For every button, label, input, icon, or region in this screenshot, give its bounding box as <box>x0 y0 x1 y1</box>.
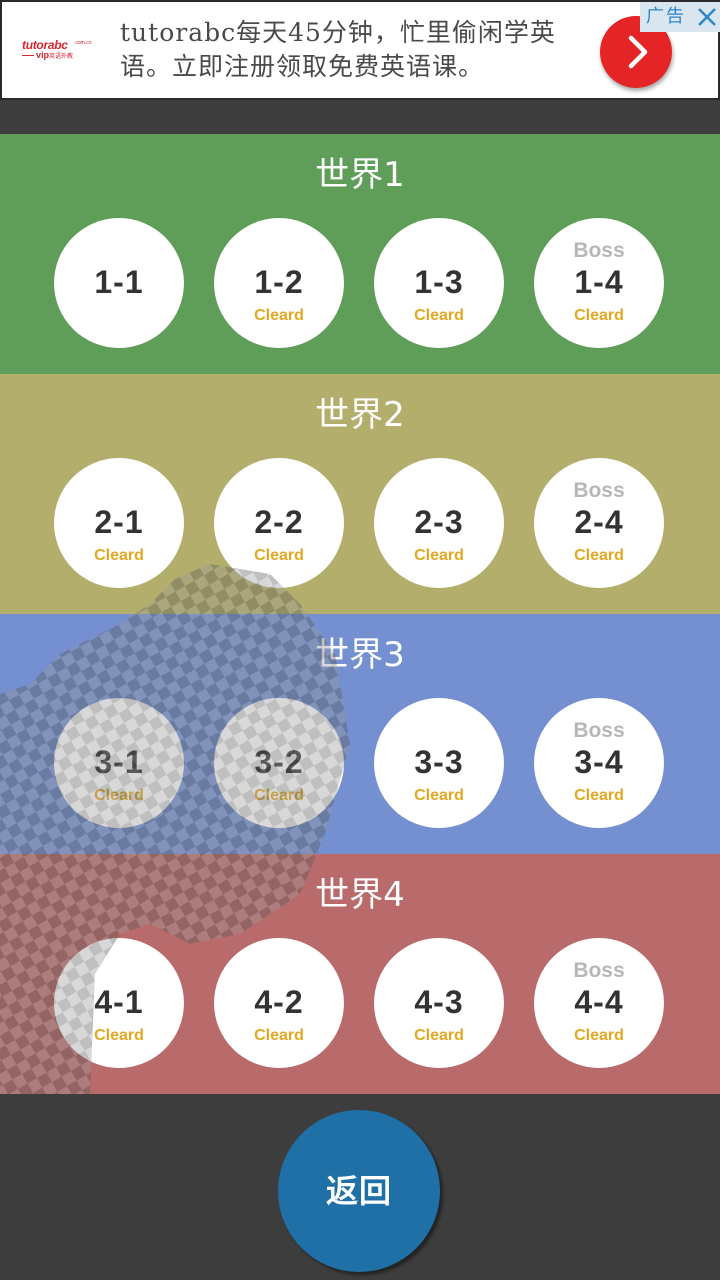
ad-headline[interactable]: tutorabc每天45分钟，忙里偷闲学英语。立即注册领取免费英语课。 <box>120 16 560 84</box>
ad-logo-vip: vip英语外教 <box>22 50 73 60</box>
back-button-label: 返回 <box>325 1172 392 1210</box>
background-figure-graphic <box>0 564 350 1094</box>
ad-logo-vip-cn: 英语外教 <box>49 54 74 60</box>
back-button[interactable]: 返回 <box>278 1110 440 1272</box>
close-icon <box>698 8 716 26</box>
ad-logo-vip-text: vip <box>36 50 50 60</box>
ad-label-badge: 广告 <box>640 2 692 32</box>
ad-logo: tutorabc .com.cn vip英语外教 <box>22 38 94 64</box>
ad-banner[interactable]: tutorabc .com.cn vip英语外教 tutorabc每天45分钟，… <box>0 0 720 100</box>
ad-logo-domain: .com.cn <box>74 40 92 46</box>
ad-close-button[interactable] <box>692 2 720 32</box>
world-select-panel: 世界1 1-1 1-2 Cleard 1-3 Cleard Boss 1-4 C… <box>0 134 720 1094</box>
